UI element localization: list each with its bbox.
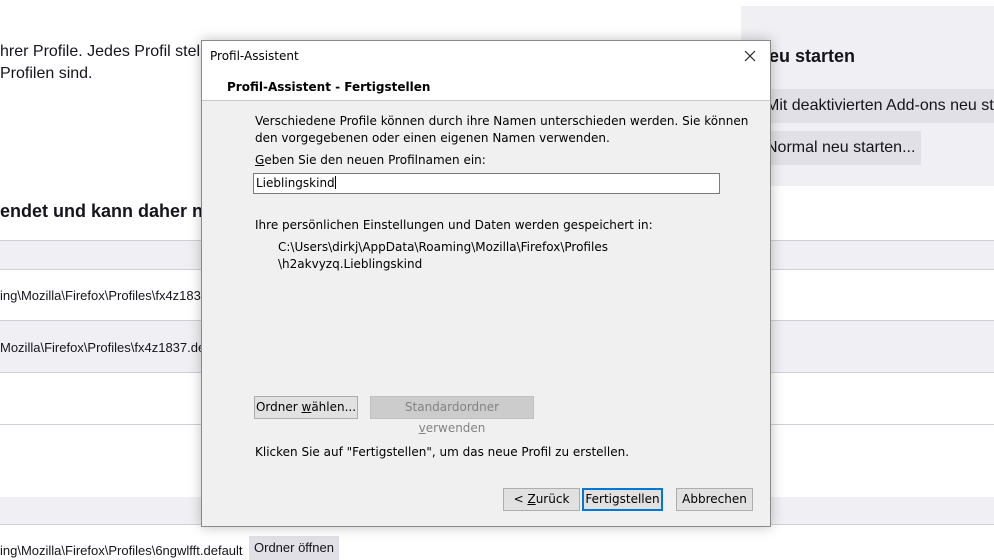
profile-name-label: Geben Sie den neuen Profilnamen ein: (255, 152, 486, 169)
accesskey: v (418, 421, 426, 435)
accesskey: Z (527, 492, 536, 506)
profile-name-value: Lieblingskind (256, 176, 335, 190)
text-caret (334, 176, 336, 189)
dialog-titlebar: Profil-Assistent (202, 41, 770, 71)
storage-label: Ihre persönlichen Einstellungen und Date… (255, 218, 653, 232)
finish-button[interactable]: Fertigstellen (582, 488, 663, 511)
cancel-button[interactable]: Abbrechen (676, 488, 753, 511)
description-line2: den vorgegebenen oder einen eigenen Name… (255, 131, 610, 145)
storage-path-line2: \h2akvyzq.Lieblingskind (278, 257, 423, 271)
profile-heading-partial: endet und kann daher n (0, 201, 204, 221)
restart-heading: eu starten (769, 46, 856, 66)
use-default-folder-button[interactable]: Standardordner verwenden (370, 396, 534, 435)
close-icon[interactable] (738, 44, 762, 68)
description-line1: Verschiedene Profile können durch ihre N… (255, 114, 749, 128)
wizard-header: Profil-Assistent - Fertigstellen (202, 71, 770, 101)
intro-text-line1: hrer Profile. Jedes Profil stellt (0, 43, 209, 60)
open-folder-button[interactable]: Ordner öffnen (249, 536, 339, 560)
button-text: urück (535, 492, 570, 506)
profile-path-cell: ing\Mozilla\Firefox\Profiles\6ngwlfft.de… (0, 543, 243, 558)
restart-addons-disabled-button[interactable]: Mit deaktivierten Add-ons neu st (760, 89, 994, 123)
profile-path-cell: Mozilla\Firefox\Profiles\fx4z1837.de (0, 340, 206, 355)
button-text: Ordner (255, 400, 302, 414)
back-button[interactable]: < Zurück (503, 488, 580, 511)
profile-name-input[interactable]: Lieblingskind (253, 173, 720, 194)
profile-name-label-text: eben Sie den neuen Profilnamen ein: (264, 153, 486, 167)
button-text: Standardordner (404, 400, 500, 414)
dialog-window-title: Profil-Assistent (210, 49, 299, 63)
accesskey: w (301, 400, 312, 414)
profile-path-cell: ing\Mozilla\Firefox\Profiles\fx4z183 (0, 288, 201, 303)
button-text: erwenden (425, 421, 486, 435)
accesskey: G (255, 153, 265, 167)
storage-path-line1: C:\Users\dirkj\AppData\Roaming\Mozilla\F… (278, 240, 608, 254)
button-text: < (513, 492, 528, 506)
button-text: ählen... (311, 400, 357, 414)
finish-hint: Klicken Sie auf "Fertigstellen", um das … (255, 445, 630, 459)
choose-folder-button[interactable]: Ordner wählen... (254, 396, 358, 419)
wizard-page-title: Profil-Assistent - Fertigstellen (227, 80, 431, 94)
restart-normal-button[interactable]: Normal neu starten... (760, 131, 922, 165)
intro-text-line2: Profilen sind. (0, 65, 93, 82)
profile-wizard-dialog: Profil-Assistent Profil-Assistent - Fert… (201, 40, 771, 527)
